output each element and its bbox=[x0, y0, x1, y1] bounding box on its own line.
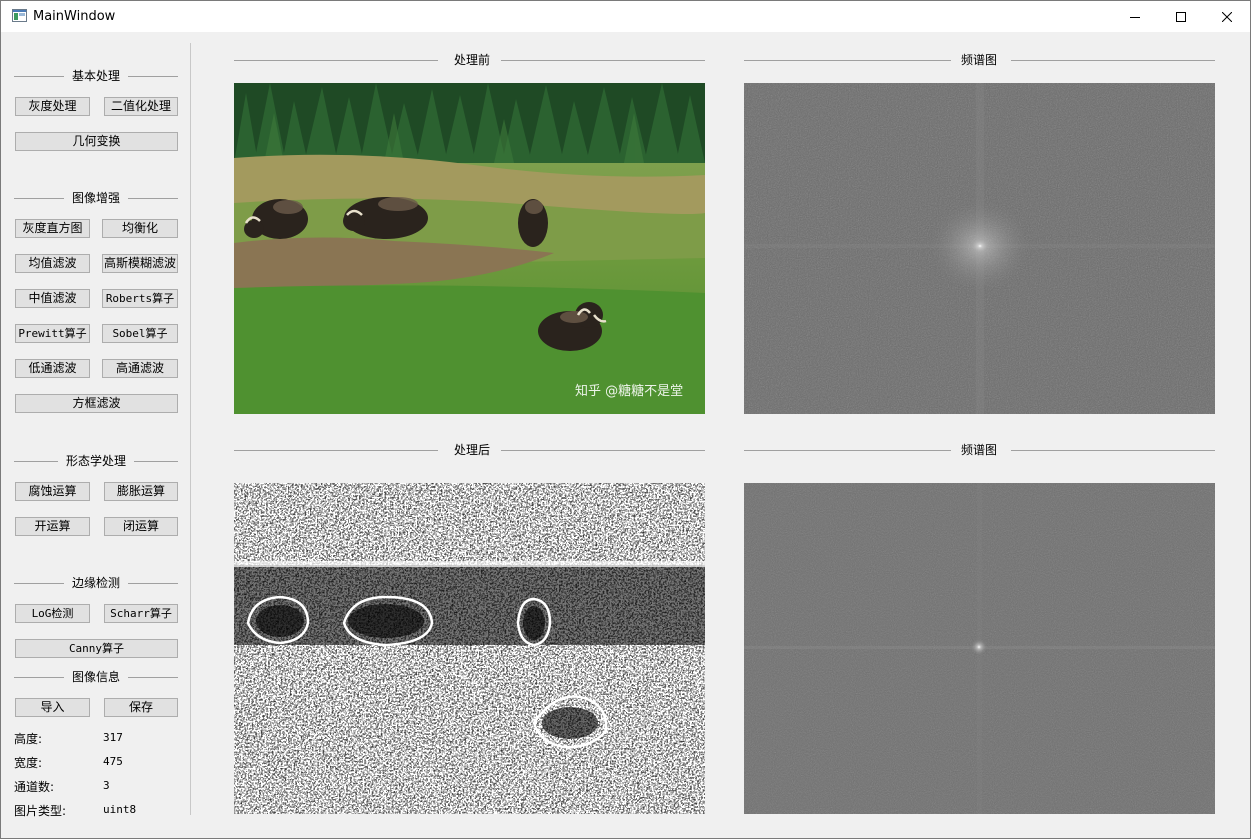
app-icon bbox=[12, 9, 27, 22]
mean-filter-button[interactable]: 均值滤波 bbox=[15, 254, 90, 273]
gaussian-blur-button[interactable]: 高斯模糊滤波 bbox=[102, 254, 178, 273]
panel-header-after-spectrum: 频谱图 bbox=[744, 443, 1215, 457]
lowpass-button[interactable]: 低通滤波 bbox=[15, 359, 90, 378]
original-spectrum-image bbox=[744, 83, 1215, 414]
group-header-info: 图像信息 bbox=[14, 670, 178, 684]
channels-label: 通道数: bbox=[14, 780, 55, 794]
close-icon bbox=[1222, 11, 1232, 22]
histogram-button[interactable]: 灰度直方图 bbox=[15, 219, 90, 238]
median-filter-button[interactable]: 中值滤波 bbox=[15, 289, 90, 308]
watermark-text: 知乎 @糖糖不是堂 bbox=[575, 383, 683, 399]
panel-header-before: 处理前 bbox=[234, 53, 705, 67]
gray-button[interactable]: 灰度处理 bbox=[15, 97, 90, 116]
group-title-info: 图像信息 bbox=[63, 670, 128, 684]
open-button[interactable]: 开运算 bbox=[15, 517, 90, 536]
height-value: 317 bbox=[103, 731, 123, 744]
binary-button[interactable]: 二值化处理 bbox=[104, 97, 178, 116]
geometry-button[interactable]: 几何变换 bbox=[15, 132, 178, 151]
dtype-label: 图片类型: bbox=[14, 804, 67, 818]
highpass-button[interactable]: 高通滤波 bbox=[102, 359, 178, 378]
scharr-button[interactable]: Scharr算子 bbox=[104, 604, 178, 623]
panel-title-before-spectrum: 频谱图 bbox=[961, 53, 998, 67]
close-button[interactable] bbox=[1204, 1, 1250, 32]
panel-header-before-spectrum: 频谱图 bbox=[744, 53, 1215, 67]
panel-title-before: 处理前 bbox=[454, 53, 491, 67]
sidebar-divider bbox=[190, 43, 191, 815]
dilate-button[interactable]: 膨胀运算 bbox=[104, 482, 178, 501]
title-bar[interactable]: MainWindow bbox=[1, 1, 1250, 32]
roberts-button[interactable]: Roberts算子 bbox=[102, 289, 178, 308]
group-title-morphology: 形态学处理 bbox=[57, 454, 134, 468]
prewitt-button[interactable]: Prewitt算子 bbox=[15, 324, 90, 343]
minimize-icon bbox=[1130, 16, 1140, 18]
main-window: MainWindow 基本处理 灰度处理 二值化处理 几何变换 图像增强 灰度直… bbox=[0, 0, 1251, 839]
import-button[interactable]: 导入 bbox=[15, 698, 90, 717]
processed-image bbox=[234, 483, 705, 814]
minimize-button[interactable] bbox=[1112, 1, 1158, 32]
group-header-morphology: 形态学处理 bbox=[14, 454, 178, 468]
box-filter-button[interactable]: 方框滤波 bbox=[15, 394, 178, 413]
panel-title-after-spectrum: 频谱图 bbox=[961, 443, 998, 457]
processed-spectrum-image bbox=[744, 483, 1215, 814]
erode-button[interactable]: 腐蚀运算 bbox=[15, 482, 90, 501]
equalize-button[interactable]: 均衡化 bbox=[102, 219, 178, 238]
channels-value: 3 bbox=[103, 779, 110, 792]
close-op-button[interactable]: 闭运算 bbox=[104, 517, 178, 536]
group-header-edge: 边缘检测 bbox=[14, 576, 178, 590]
group-title-edge: 边缘检测 bbox=[63, 576, 128, 590]
height-label: 高度: bbox=[14, 732, 43, 746]
group-title-basic: 基本处理 bbox=[63, 69, 128, 83]
original-image: 知乎 @糖糖不是堂 bbox=[234, 83, 705, 414]
log-button[interactable]: LoG检测 bbox=[15, 604, 90, 623]
canny-button[interactable]: Canny算子 bbox=[15, 639, 178, 658]
group-header-enhance: 图像增强 bbox=[14, 191, 178, 205]
save-button[interactable]: 保存 bbox=[104, 698, 178, 717]
sobel-button[interactable]: Sobel算子 bbox=[102, 324, 178, 343]
group-header-basic: 基本处理 bbox=[14, 69, 178, 83]
window-title: MainWindow bbox=[33, 9, 116, 24]
panel-title-after: 处理后 bbox=[454, 443, 491, 457]
width-label: 宽度: bbox=[14, 756, 43, 770]
maximize-button[interactable] bbox=[1158, 1, 1204, 32]
dtype-value: uint8 bbox=[103, 803, 137, 816]
group-title-enhance: 图像增强 bbox=[63, 191, 128, 205]
width-value: 475 bbox=[103, 755, 123, 768]
maximize-icon bbox=[1176, 11, 1186, 22]
panel-header-after: 处理后 bbox=[234, 443, 705, 457]
